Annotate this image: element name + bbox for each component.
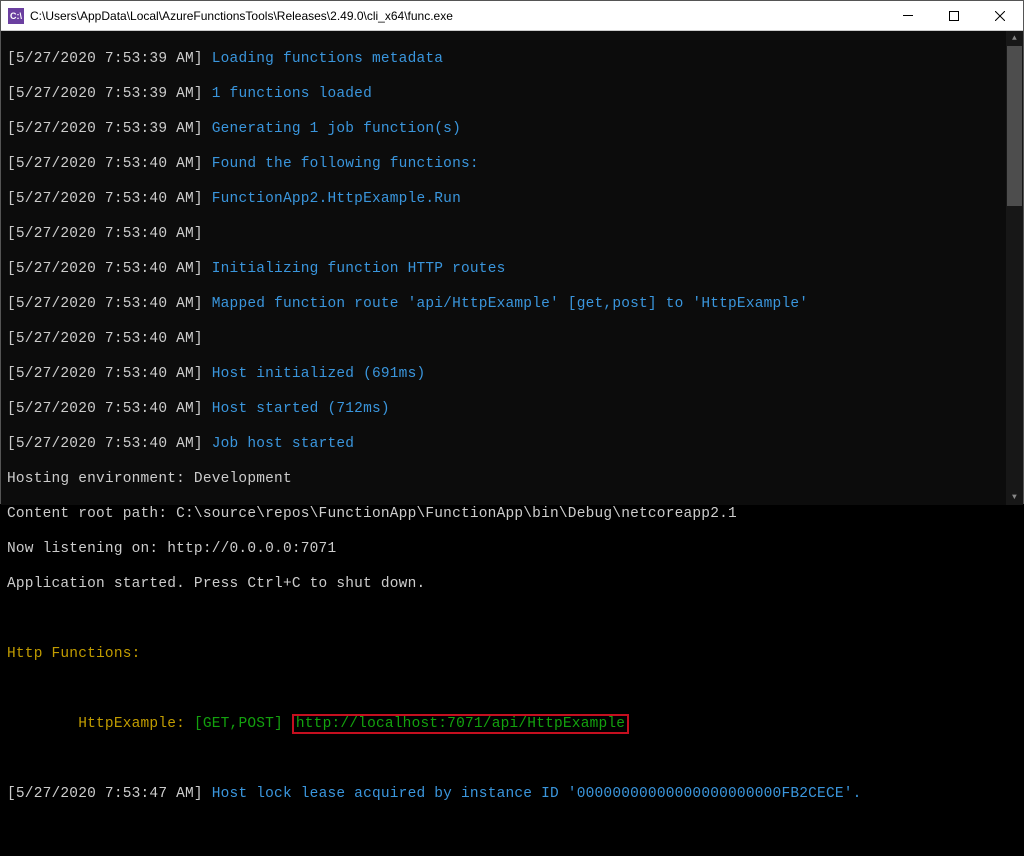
scrollbar[interactable]: ▲ ▼ <box>1006 31 1023 505</box>
log-message: Host initialized (691ms) <box>212 366 426 382</box>
timestamp: [5/27/2020 7:53:47 AM] <box>7 786 203 802</box>
timestamp: [5/27/2020 7:53:40 AM] <box>7 331 203 347</box>
log-line: [5/27/2020 7:53:40 AM] Found the followi… <box>7 156 1017 174</box>
terminal-output[interactable]: [5/27/2020 7:53:39 AM] Loading functions… <box>1 31 1023 505</box>
timestamp: [5/27/2020 7:53:40 AM] <box>7 296 203 312</box>
window-title: C:\Users\AppData\Local\AzureFunctionsToo… <box>30 9 885 23</box>
scroll-down-icon[interactable]: ▼ <box>1006 490 1023 505</box>
http-functions-header: Http Functions: <box>7 646 1017 664</box>
blank-line <box>7 681 1017 699</box>
log-line: [5/27/2020 7:53:39 AM] 1 functions loade… <box>7 86 1017 104</box>
log-message: Found the following functions: <box>212 156 479 172</box>
log-message: Job host started <box>212 436 354 452</box>
log-message: Generating 1 job function(s) <box>212 121 461 137</box>
http-methods: [GET,POST] <box>194 716 283 732</box>
titlebar[interactable]: C:\ C:\Users\AppData\Local\AzureFunction… <box>1 1 1023 31</box>
timestamp: [5/27/2020 7:53:39 AM] <box>7 86 203 102</box>
app-icon: C:\ <box>8 8 24 24</box>
close-button[interactable] <box>977 1 1023 31</box>
timestamp: [5/27/2020 7:53:40 AM] <box>7 261 203 277</box>
log-message: Loading functions metadata <box>212 51 443 67</box>
maximize-button[interactable] <box>931 1 977 31</box>
log-message: Mapped function route 'api/HttpExample' … <box>212 296 808 312</box>
timestamp: [5/27/2020 7:53:40 AM] <box>7 366 203 382</box>
log-line: [5/27/2020 7:53:39 AM] Loading functions… <box>7 51 1017 69</box>
timestamp: [5/27/2020 7:53:39 AM] <box>7 121 203 137</box>
log-line: [5/27/2020 7:53:40 AM] Host initialized … <box>7 366 1017 384</box>
log-line: [5/27/2020 7:53:40 AM] Initializing func… <box>7 261 1017 279</box>
log-message: Initializing function HTTP routes <box>212 261 506 277</box>
log-message: 1 functions loaded <box>212 86 372 102</box>
function-url: http://localhost:7071/api/HttpExample <box>292 714 629 734</box>
log-line: [5/27/2020 7:53:40 AM] FunctionApp2.Http… <box>7 191 1017 209</box>
log-message: Host lock lease acquired by instance ID … <box>212 786 862 802</box>
timestamp: [5/27/2020 7:53:40 AM] <box>7 401 203 417</box>
log-line: [5/27/2020 7:53:40 AM] Host started (712… <box>7 401 1017 419</box>
http-function-entry: HttpExample: [GET,POST] http://localhost… <box>7 716 1017 734</box>
blank-line <box>7 611 1017 629</box>
timestamp: [5/27/2020 7:53:39 AM] <box>7 51 203 67</box>
indent <box>7 716 78 732</box>
log-line: [5/27/2020 7:53:39 AM] Generating 1 job … <box>7 121 1017 139</box>
window-controls <box>885 1 1023 31</box>
scrollbar-thumb[interactable] <box>1007 46 1022 206</box>
timestamp: [5/27/2020 7:53:40 AM] <box>7 226 203 242</box>
log-line: [5/27/2020 7:53:40 AM] <box>7 226 1017 244</box>
log-message: Host started (712ms) <box>212 401 390 417</box>
log-line: [5/27/2020 7:53:40 AM] <box>7 331 1017 349</box>
listening-on: Now listening on: http://0.0.0.0:7071 <box>7 541 1017 559</box>
timestamp: [5/27/2020 7:53:40 AM] <box>7 191 203 207</box>
blank-line <box>7 751 1017 769</box>
log-line: [5/27/2020 7:53:40 AM] Mapped function r… <box>7 296 1017 314</box>
function-name: HttpExample: <box>78 716 194 732</box>
content-root: Content root path: C:\source\repos\Funct… <box>7 506 1017 524</box>
log-line: [5/27/2020 7:53:47 AM] Host lock lease a… <box>7 786 1017 804</box>
hosting-env: Hosting environment: Development <box>7 471 1017 489</box>
log-message: FunctionApp2.HttpExample.Run <box>212 191 461 207</box>
scroll-up-icon[interactable]: ▲ <box>1006 31 1023 46</box>
log-line: [5/27/2020 7:53:40 AM] Job host started <box>7 436 1017 454</box>
timestamp: [5/27/2020 7:53:40 AM] <box>7 436 203 452</box>
timestamp: [5/27/2020 7:53:40 AM] <box>7 156 203 172</box>
app-started: Application started. Press Ctrl+C to shu… <box>7 576 1017 594</box>
minimize-button[interactable] <box>885 1 931 31</box>
